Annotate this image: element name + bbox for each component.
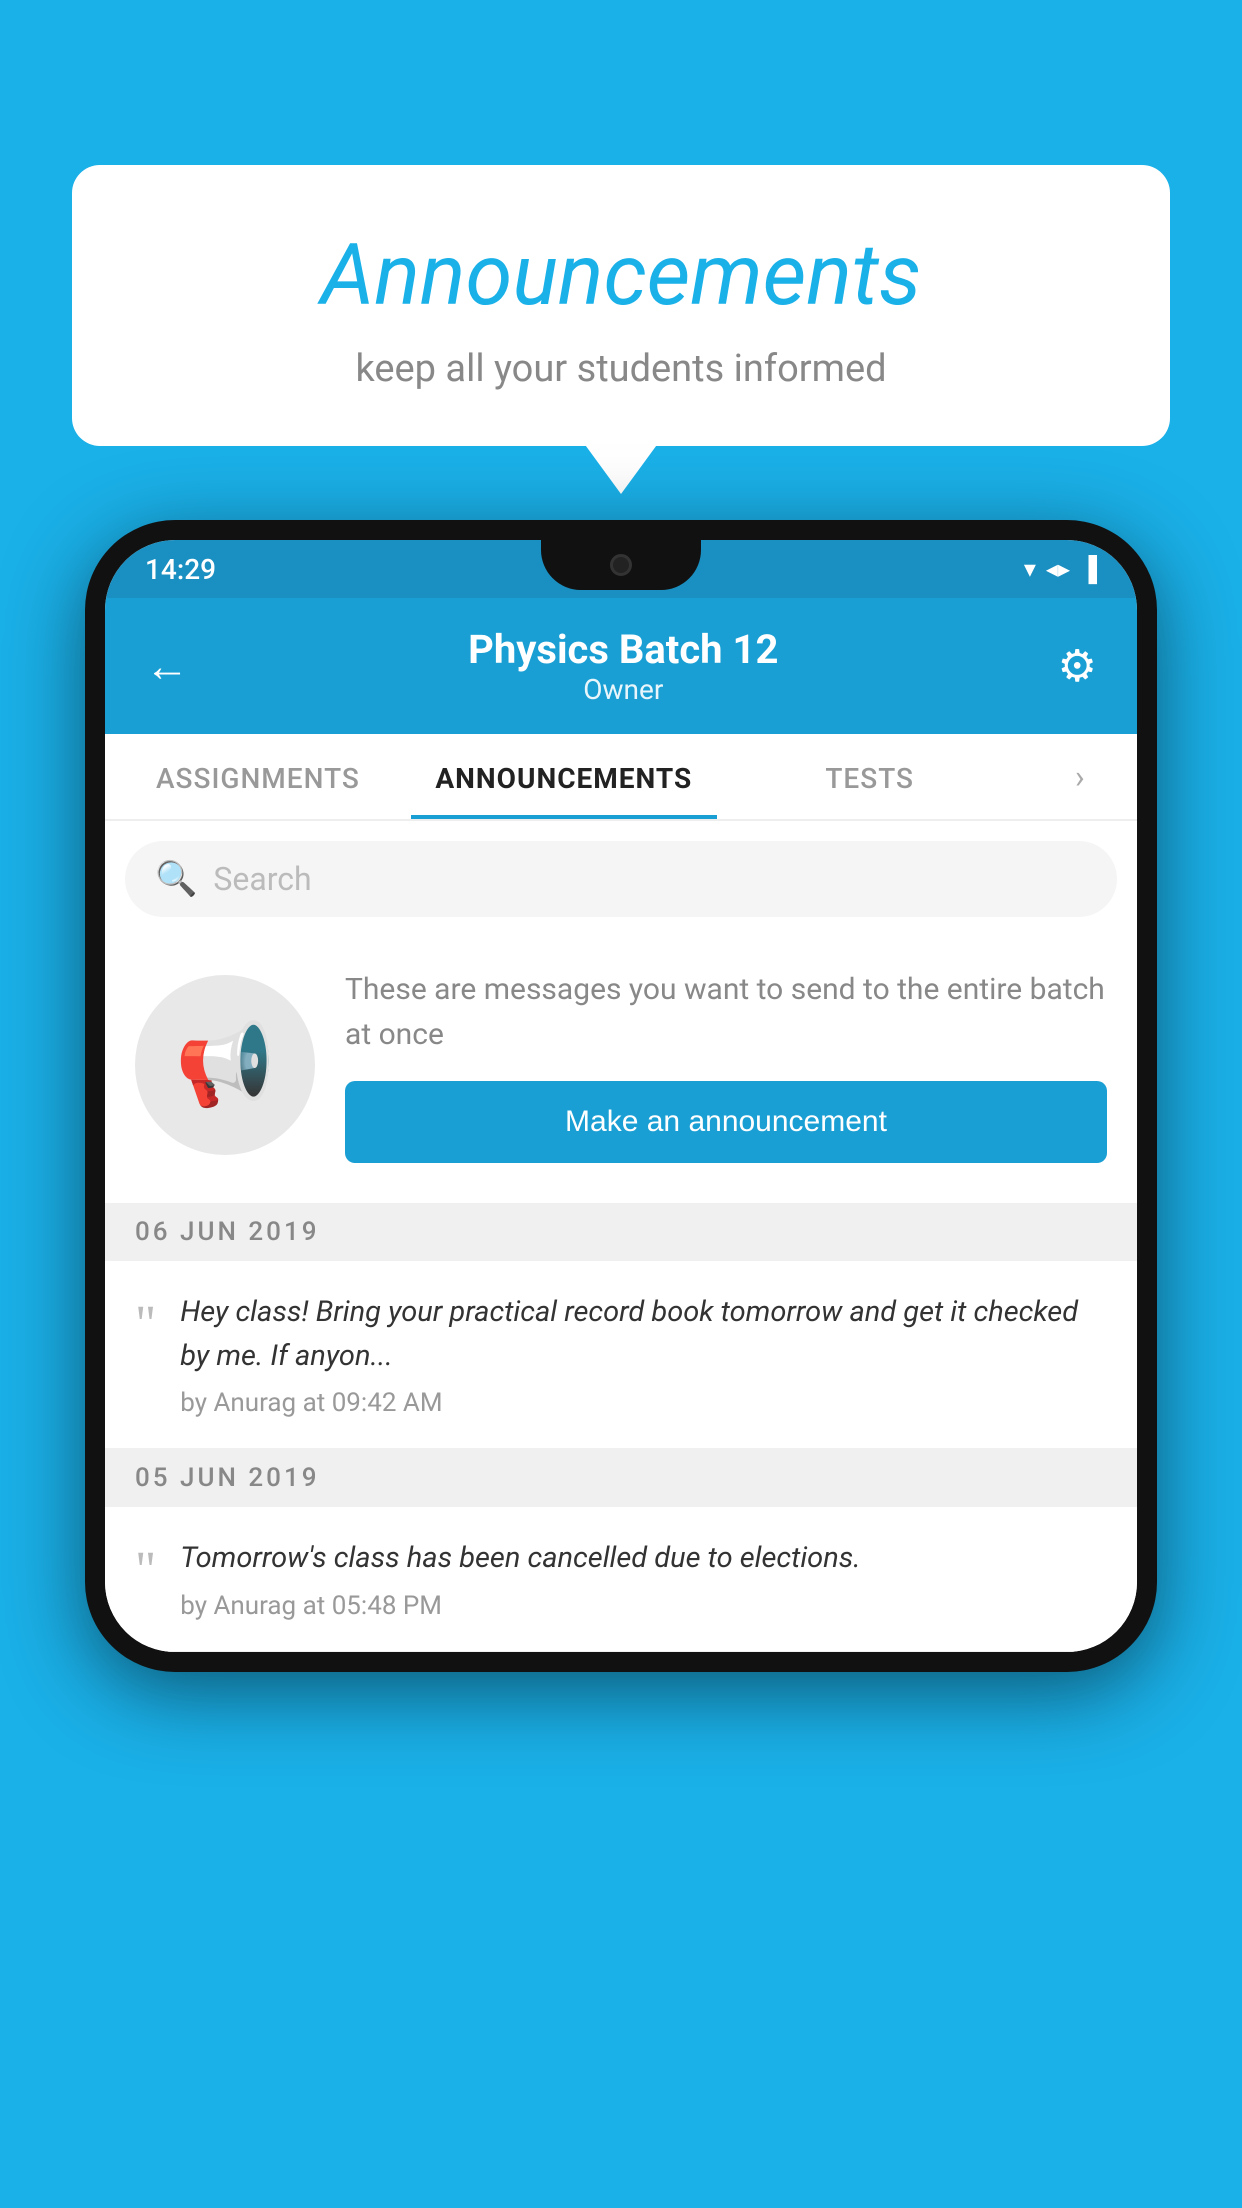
- speech-bubble: Announcements keep all your students inf…: [72, 165, 1170, 446]
- wifi-icon: ▾: [1024, 555, 1036, 583]
- app-header: ← Physics Batch 12 Owner ⚙: [105, 598, 1137, 734]
- promo-content: These are messages you want to send to t…: [345, 967, 1107, 1163]
- promo-description: These are messages you want to send to t…: [345, 967, 1107, 1057]
- announcement-promo: 📢 These are messages you want to send to…: [105, 937, 1137, 1203]
- header-subtitle: Owner: [189, 673, 1058, 706]
- status-bar: 14:29 ▾ ◂▸ ▐: [105, 540, 1137, 598]
- phone-outer: 14:29 ▾ ◂▸ ▐ ← Physics Batch 12 Owner ⚙: [85, 520, 1157, 1672]
- megaphone-icon: 📢: [175, 1018, 275, 1112]
- header-center: Physics Batch 12 Owner: [189, 626, 1058, 706]
- speech-bubble-title: Announcements: [112, 225, 1130, 325]
- notch: [541, 540, 701, 590]
- announcement-item-1[interactable]: " Hey class! Bring your practical record…: [105, 1261, 1137, 1449]
- announcement-author-2: by Anurag at 05:48 PM: [180, 1591, 1107, 1621]
- search-icon: 🔍: [155, 859, 197, 899]
- phone-mockup: 14:29 ▾ ◂▸ ▐ ← Physics Batch 12 Owner ⚙: [85, 520, 1157, 1672]
- make-announcement-button[interactable]: Make an announcement: [345, 1081, 1107, 1163]
- announcement-item-2[interactable]: " Tomorrow's class has been cancelled du…: [105, 1507, 1137, 1652]
- announcement-author-1: by Anurag at 09:42 AM: [180, 1388, 1107, 1418]
- announcement-text-2: Tomorrow's class has been cancelled due …: [180, 1537, 1107, 1581]
- promo-icon-circle: 📢: [135, 975, 315, 1155]
- announcement-content-1: Hey class! Bring your practical record b…: [180, 1291, 1107, 1418]
- announcement-content-2: Tomorrow's class has been cancelled due …: [180, 1537, 1107, 1621]
- tab-tests[interactable]: TESTS: [717, 734, 1023, 819]
- date-separator-2: 05 JUN 2019: [105, 1449, 1137, 1507]
- speech-bubble-subtitle: keep all your students informed: [112, 347, 1130, 391]
- gear-icon[interactable]: ⚙: [1058, 640, 1097, 692]
- back-button[interactable]: ←: [145, 640, 189, 692]
- camera-dot: [610, 554, 632, 576]
- status-time: 14:29: [145, 553, 216, 586]
- date-separator-1: 06 JUN 2019: [105, 1203, 1137, 1261]
- speech-bubble-container: Announcements keep all your students inf…: [72, 165, 1170, 446]
- header-title: Physics Batch 12: [189, 626, 1058, 673]
- quote-icon-1: ": [135, 1299, 156, 1351]
- signal-icon: ◂▸: [1046, 555, 1070, 583]
- tabs-container: ASSIGNMENTS ANNOUNCEMENTS TESTS ›: [105, 734, 1137, 821]
- quote-icon-2: ": [135, 1545, 156, 1597]
- search-bar[interactable]: 🔍 Search: [125, 841, 1117, 917]
- tab-announcements[interactable]: ANNOUNCEMENTS: [411, 734, 717, 819]
- battery-icon: ▐: [1080, 555, 1097, 584]
- tab-more[interactable]: ›: [1023, 734, 1137, 819]
- announcement-text-1: Hey class! Bring your practical record b…: [180, 1291, 1107, 1378]
- search-placeholder: Search: [213, 860, 311, 898]
- phone-inner: 14:29 ▾ ◂▸ ▐ ← Physics Batch 12 Owner ⚙: [105, 540, 1137, 1652]
- status-icons: ▾ ◂▸ ▐: [1024, 555, 1097, 584]
- tab-assignments[interactable]: ASSIGNMENTS: [105, 734, 411, 819]
